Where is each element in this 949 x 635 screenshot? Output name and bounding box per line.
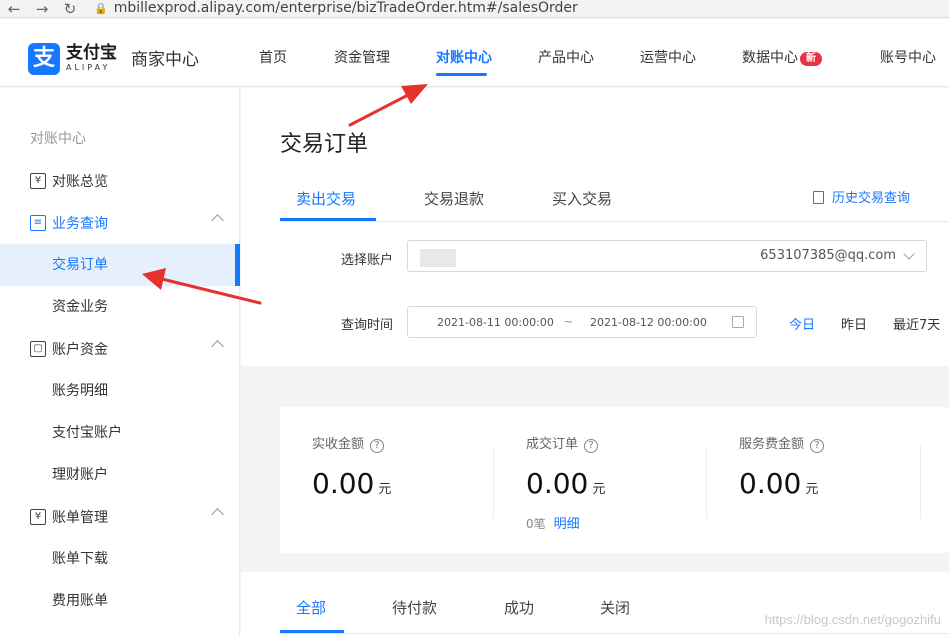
help-icon[interactable]: ? — [584, 439, 599, 453]
nav-funds[interactable]: 资金管理 — [334, 47, 390, 67]
stat-divider — [706, 445, 707, 519]
sidebar-heading: 对账中心 — [30, 131, 86, 147]
sidebar-item-label: 对账总览 — [52, 174, 108, 190]
orders-count: 0笔 — [526, 517, 546, 531]
sidebar-item-account-funds[interactable]: ▢ 账户资金 — [0, 328, 240, 370]
status-tab-divider — [280, 633, 949, 634]
nav-reconciliation[interactable]: 对账中心 — [436, 47, 492, 67]
search-doc-icon: ≡ — [30, 215, 46, 231]
sidebar-item-bill-management[interactable]: ¥ 账单管理 — [0, 496, 240, 538]
account-email: 653107385@qq.com — [760, 248, 896, 263]
brand-name: 支付宝 — [66, 43, 117, 63]
sidebar-item-business-query[interactable]: ≡ 业务查询 — [0, 202, 240, 244]
chevron-down-icon — [903, 248, 915, 260]
tab-divider — [280, 221, 949, 222]
page-root: ← → ↻ 🔒 mbillexprod.alipay.com/enterpris… — [0, 0, 949, 635]
stat-unit: 元 — [592, 482, 606, 497]
sidebar-item-ledger-details[interactable]: 账务明细 — [0, 370, 240, 412]
sidebar-item-label: 账户资金 — [52, 342, 108, 358]
alipay-logo-icon[interactable]: 支 — [28, 43, 60, 75]
merchant-center-title: 商家中心 — [131, 50, 199, 70]
new-badge: 新 — [800, 52, 822, 66]
account-select[interactable]: 653107385@qq.com — [407, 240, 927, 272]
top-header: 支 支付宝 ALIPAY 商家中心 首页 资金管理 对账中心 产品中心 运营中心… — [0, 19, 949, 87]
quick-date-yesterday[interactable]: 昨日 — [841, 314, 867, 333]
quick-date-last7[interactable]: 最近7天 — [893, 314, 940, 333]
page-title: 交易订单 — [280, 132, 369, 157]
nav-data[interactable]: 数据中心新 — [742, 47, 822, 67]
stat-unit: 元 — [378, 482, 392, 497]
chevron-up-icon — [211, 340, 224, 353]
wallet-icon: ▢ — [30, 341, 46, 357]
orders-count-row: 0笔 明细 — [526, 513, 580, 532]
watermark: https://blog.csdn.net/gogozhifu — [764, 612, 941, 627]
orders-detail-link[interactable]: 明细 — [554, 517, 580, 532]
date-start-input[interactable]: 2021-08-11 00:00:00 — [437, 316, 554, 329]
tab-refunds[interactable]: 交易退款 — [424, 188, 484, 209]
sidebar: 对账中心 ¥ 对账总览 ≡ 业务查询 交易订单 资金业务 ▢ 账户资金 账务明细… — [0, 88, 240, 635]
nav-operations[interactable]: 运营中心 — [640, 47, 696, 67]
brand: 支付宝 ALIPAY — [66, 43, 117, 73]
redacted-account-name — [420, 249, 456, 267]
sidebar-item-fee-bill[interactable]: 费用账单 — [0, 580, 240, 622]
tab-success[interactable]: 成功 — [504, 597, 534, 618]
history-query-label: 历史交易查询 — [832, 191, 911, 206]
stat-value: 0.00 — [526, 467, 589, 500]
sidebar-item-overview[interactable]: ¥ 对账总览 — [0, 160, 240, 202]
stat-label: 实收金额 — [312, 437, 365, 452]
nav-products[interactable]: 产品中心 — [538, 47, 594, 67]
url-input[interactable]: mbillexprod.alipay.com/enterprise/bizTra… — [114, 0, 578, 16]
summary-card: 实收金额? 0.00 元 成交订单? 0.00 元 0笔 明细 服务费金额? 0.00… — [280, 407, 949, 553]
sidebar-item-label: 业务查询 — [52, 216, 108, 232]
nav-data-label: 数据中心 — [742, 50, 798, 66]
forward-icon[interactable]: → — [28, 1, 56, 17]
help-icon[interactable]: ? — [810, 439, 825, 453]
browser-bar: ← → ↻ 🔒 mbillexprod.alipay.com/enterpris… — [0, 0, 949, 18]
chevron-up-icon — [211, 508, 224, 521]
nav-home[interactable]: 首页 — [259, 47, 287, 67]
help-icon[interactable]: ? — [370, 439, 385, 453]
sidebar-item-wealth-account[interactable]: 理财账户 — [0, 454, 240, 496]
date-end-input[interactable]: 2021-08-12 00:00:00 — [590, 316, 707, 329]
stat-service-fee: 服务费金额? 0.00 元 — [739, 433, 825, 500]
stat-label: 服务费金额 — [739, 437, 805, 452]
stat-received-amount: 实收金额? 0.00 元 — [312, 433, 391, 500]
stat-divider — [493, 445, 494, 519]
quick-date-today[interactable]: 今日 — [789, 314, 815, 333]
sidebar-item-fund-business[interactable]: 资金业务 — [0, 286, 240, 328]
tab-all[interactable]: 全部 — [296, 597, 326, 618]
brand-sub: ALIPAY — [66, 63, 111, 72]
date-separator: ~ — [564, 315, 574, 328]
tab-sell-trades[interactable]: 卖出交易 — [296, 188, 356, 209]
chevron-up-icon — [211, 214, 224, 227]
back-icon[interactable]: ← — [0, 1, 28, 17]
account-label: 选择账户 — [341, 253, 394, 268]
yen-doc-icon: ¥ — [30, 509, 46, 525]
date-range-picker[interactable]: 2021-08-11 00:00:00 ~ 2021-08-12 00:00:0… — [407, 306, 757, 338]
tab-buy-trades[interactable]: 买入交易 — [552, 188, 612, 209]
active-nav-indicator — [436, 73, 487, 76]
stat-label: 成交订单 — [526, 437, 579, 452]
reload-icon[interactable]: ↻ — [56, 1, 84, 17]
tab-closed[interactable]: 关闭 — [600, 597, 630, 618]
yen-doc-icon: ¥ — [30, 173, 46, 189]
query-panel: 交易订单 卖出交易 交易退款 买入交易 历史交易查询 选择账户 65310738… — [241, 88, 949, 366]
sidebar-item-trade-orders[interactable]: 交易订单 — [0, 244, 240, 286]
lock-icon: 🔒 — [94, 2, 108, 15]
sidebar-item-bill-download[interactable]: 账单下载 — [0, 538, 240, 580]
tab-pending-payment[interactable]: 待付款 — [392, 597, 437, 618]
stat-value: 0.00 — [312, 467, 375, 500]
calendar-icon[interactable] — [732, 316, 744, 328]
sidebar-item-alipay-account[interactable]: 支付宝账户 — [0, 412, 240, 454]
stat-value: 0.00 — [739, 467, 802, 500]
history-query-link[interactable]: 历史交易查询 — [813, 187, 910, 206]
query-time-label: 查询时间 — [341, 318, 394, 333]
stat-completed-orders: 成交订单? 0.00 元 — [526, 433, 605, 500]
sidebar-item-label: 账单管理 — [52, 510, 108, 526]
stat-unit: 元 — [805, 482, 819, 497]
stat-divider — [920, 445, 921, 519]
document-icon — [813, 191, 824, 204]
nav-account[interactable]: 账号中心 — [880, 47, 936, 67]
